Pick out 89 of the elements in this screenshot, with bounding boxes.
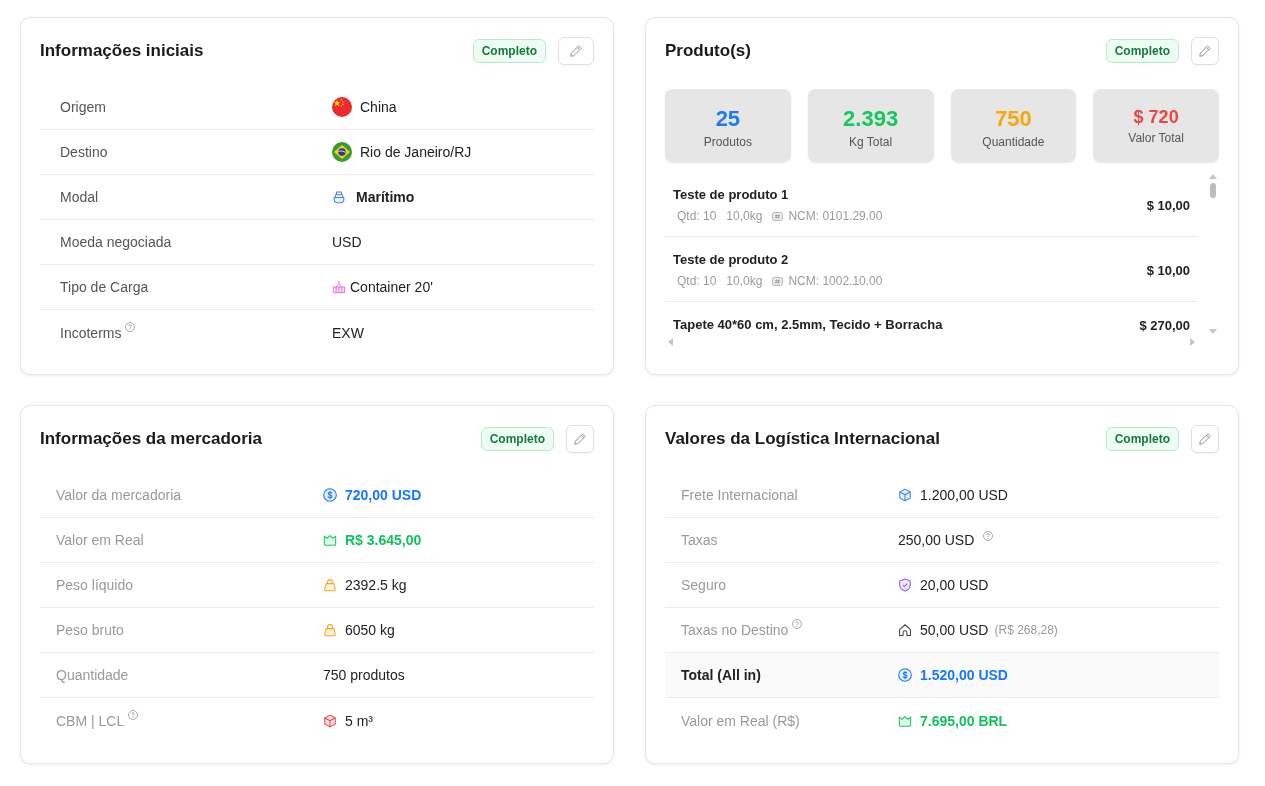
field-value: 50,00 USD — [920, 622, 989, 638]
pencil-icon — [569, 44, 583, 58]
field-label: CBM | LCL — [56, 712, 125, 729]
field-label: Modal — [60, 189, 99, 205]
card-title: Informações da mercadoria — [40, 429, 264, 449]
card-title: Valores da Logística Internacional — [665, 429, 941, 449]
crate-icon — [332, 280, 346, 294]
field-label: Tipo de Carga — [60, 279, 149, 295]
field-value: 250,00 USD — [898, 532, 975, 548]
ship-icon — [332, 190, 346, 204]
stat-label: Kg Total — [849, 134, 893, 150]
stat-label: Produtos — [703, 134, 752, 150]
status-badge: Completo — [1105, 39, 1179, 63]
pencil-icon — [1198, 432, 1212, 446]
status-badge: Completo — [480, 427, 554, 451]
field-label: Total (All in) — [681, 667, 761, 683]
edit-button[interactable] — [566, 425, 594, 453]
field-label: Moeda negociada — [60, 234, 172, 250]
hash-icon — [772, 276, 784, 286]
field-label: Taxas — [681, 532, 718, 548]
edit-button[interactable] — [1191, 425, 1219, 453]
hash-icon — [772, 211, 784, 221]
field-value: 2392.5 kg — [345, 577, 407, 593]
field-value: 1.520,00 USD — [920, 667, 1008, 683]
china-flag-icon — [332, 97, 352, 117]
product-ncm: NCM: 1002.10.00 — [788, 273, 883, 289]
brazil-flag-icon — [332, 142, 352, 162]
field-label: Valor em Real — [56, 532, 144, 548]
field-value: 5 m³ — [345, 712, 373, 729]
product-weight: 10,0kg — [726, 273, 763, 289]
status-badge: Completo — [1105, 427, 1179, 451]
product-quantity: Qtd: 10 — [677, 208, 717, 224]
product-name: Teste de produto 2 — [673, 251, 790, 269]
field-value: USD — [332, 234, 362, 250]
field-value: EXW — [332, 324, 364, 341]
field-label: Valor da mercadoria — [56, 487, 182, 503]
field-value: China — [360, 99, 397, 115]
stat-value: 750 — [995, 106, 1032, 132]
product-ncm: NCM: 0101.29.00 — [788, 208, 883, 224]
field-label: Quantidade — [56, 667, 129, 683]
product-weight: 10,0kg — [726, 208, 763, 224]
field-value: Rio de Janeiro/RJ — [360, 144, 472, 160]
field-label: Peso líquido — [56, 577, 134, 593]
status-badge: Completo — [472, 39, 546, 63]
field-value: 6050 kg — [345, 622, 395, 638]
field-value: R$ 3.645,00 — [345, 532, 422, 548]
stat-value: 25 — [715, 106, 741, 132]
stat-label: Valor Total — [1128, 129, 1184, 146]
edit-button[interactable] — [558, 37, 594, 65]
product-price: $ 270,00 — [1139, 317, 1190, 333]
field-value: Container 20' — [350, 279, 433, 295]
product-name: Tapete 40*60 cm, 2.5mm, Tecido + Borracha — [673, 316, 943, 334]
field-label: Incoterms — [60, 324, 122, 341]
product-name: Teste de produto 1 — [673, 186, 790, 204]
field-label: Origem — [60, 99, 106, 115]
field-label: Taxas no Destino — [681, 622, 789, 638]
product-price: $ 10,00 — [1146, 262, 1190, 278]
crown-icon — [898, 713, 912, 728]
card-title: Informações iniciais — [40, 41, 205, 61]
field-label: Frete Internacional — [681, 487, 798, 503]
field-label: Peso bruto — [56, 622, 124, 638]
field-value: 20,00 USD — [920, 577, 989, 593]
house-icon — [898, 623, 912, 637]
cube-icon — [898, 488, 912, 502]
crown-icon — [323, 533, 337, 547]
pencil-icon — [1198, 44, 1212, 58]
pencil-icon — [573, 432, 587, 446]
field-value: 720,00 USD — [345, 487, 422, 503]
secondary-value: (R$ 268,28) — [994, 623, 1058, 637]
field-label: Destino — [60, 144, 108, 160]
dollar-circle-icon — [323, 488, 337, 502]
cube-icon — [323, 713, 337, 728]
dollar-circle-icon — [898, 668, 912, 682]
field-label: Valor em Real (R$) — [681, 712, 800, 729]
product-quantity: Qtd: 10 — [677, 273, 717, 289]
field-label: Seguro — [681, 577, 727, 593]
stat-label: Quantidade — [982, 134, 1045, 150]
field-value: 750 produtos — [323, 667, 405, 683]
stat-value: 2.393 — [843, 106, 899, 132]
card-title: Produto(s) — [665, 41, 752, 61]
field-value: 7.695,00 BRL — [920, 712, 1008, 729]
stat-value: $ 720 — [1133, 105, 1179, 128]
field-value: 1.200,00 USD — [920, 487, 1008, 503]
field-value: Marítimo — [356, 189, 415, 205]
shield-check-icon — [898, 578, 912, 592]
edit-button[interactable] — [1191, 37, 1219, 65]
product-price: $ 10,00 — [1146, 197, 1190, 213]
kettlebell-icon — [323, 578, 337, 592]
kettlebell-icon — [323, 623, 337, 637]
